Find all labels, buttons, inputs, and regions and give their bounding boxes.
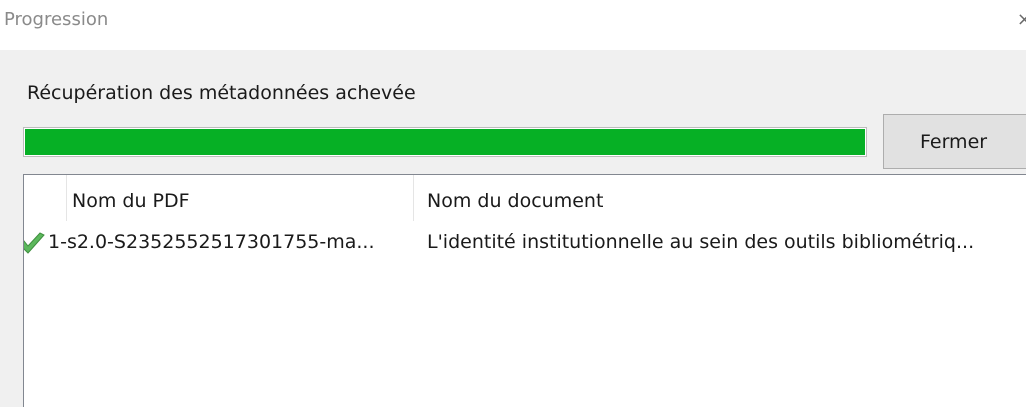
checkmark-icon (24, 232, 45, 254)
window-close-icon[interactable]: × (1017, 9, 1026, 30)
close-button[interactable]: Fermer (883, 114, 1026, 169)
status-message: Récupération des métadonnées achevée (27, 82, 416, 104)
results-list[interactable]: Nom du PDF Nom du document 1-s2.0-S23525… (23, 174, 1026, 407)
progress-bar-fill (24, 128, 866, 156)
list-item[interactable]: 1-s2.0-S2352552517301755-ma... L'identit… (24, 227, 1026, 263)
column-header-document-name[interactable]: Nom du document (427, 190, 603, 212)
progress-dialog: Progression × Récupération des métadonné… (0, 0, 1026, 407)
column-separator[interactable] (413, 175, 414, 221)
pdf-name-cell: 1-s2.0-S2352552517301755-ma... (48, 231, 375, 253)
list-header: Nom du PDF Nom du document (24, 175, 1026, 227)
column-separator[interactable] (66, 175, 67, 221)
progress-bar (23, 127, 867, 157)
column-header-pdf-name[interactable]: Nom du PDF (72, 190, 190, 212)
window-title: Progression (4, 9, 109, 30)
title-bar: Progression × (0, 0, 1026, 50)
document-name-cell: L'identité institutionnelle au sein des … (427, 231, 975, 253)
